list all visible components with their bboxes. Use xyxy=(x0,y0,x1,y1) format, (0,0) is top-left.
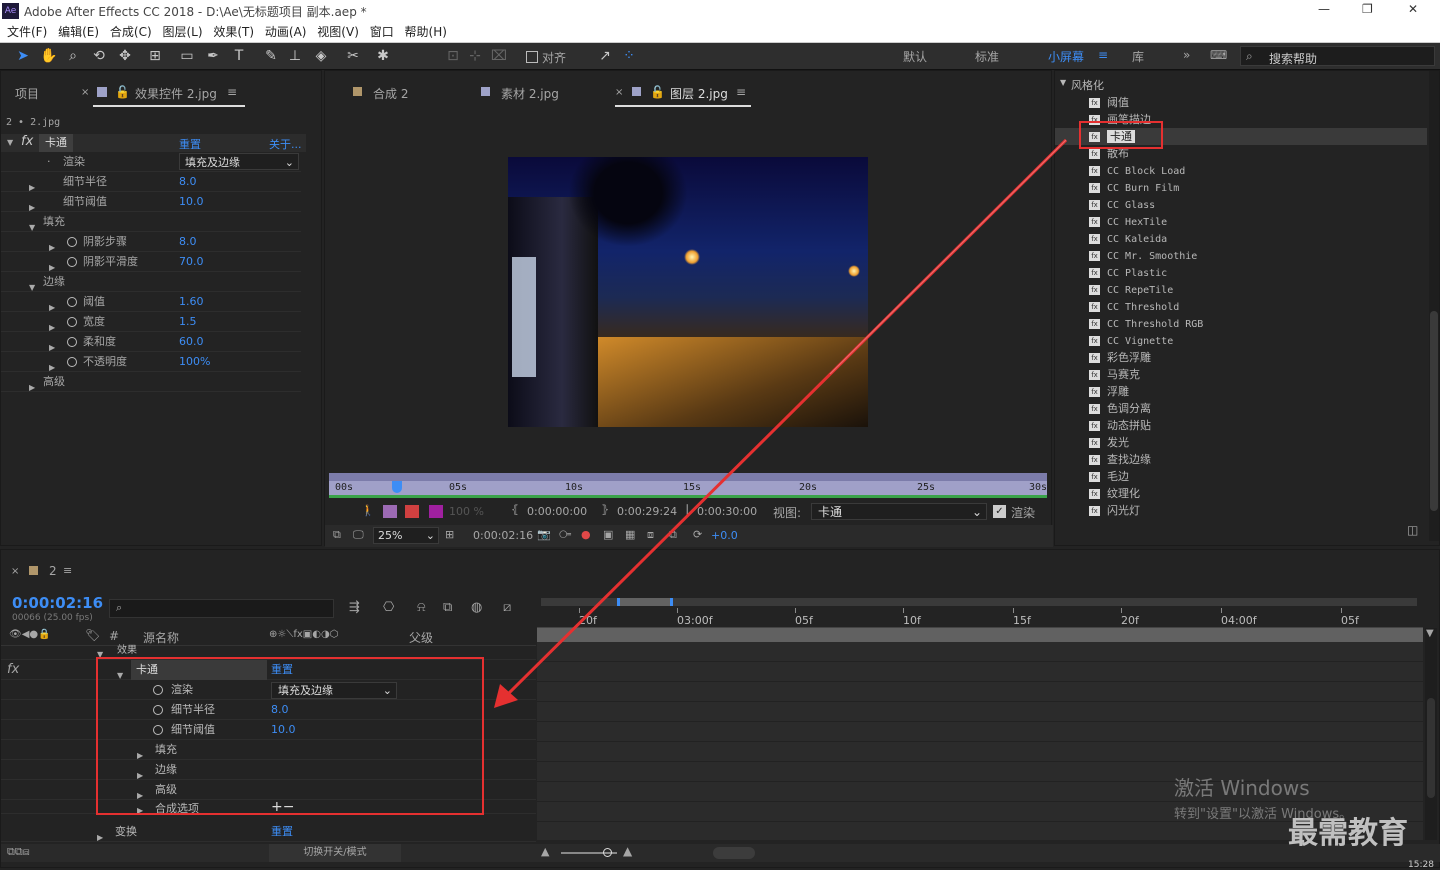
clock: 15:28 xyxy=(1408,860,1434,870)
brand-watermark: 最需教育 xyxy=(1288,816,1408,851)
arrow-thin xyxy=(829,139,1067,375)
timeline-highlight-box xyxy=(96,657,484,815)
watermark-line1: 激活 Windows xyxy=(1174,776,1310,800)
